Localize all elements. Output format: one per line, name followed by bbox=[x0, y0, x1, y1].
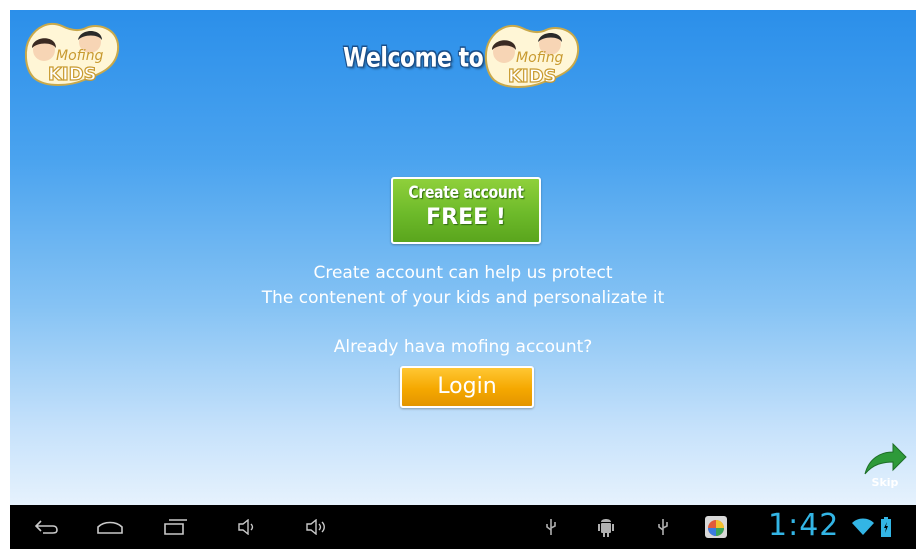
volume-down-icon[interactable] bbox=[232, 505, 262, 549]
android-debug-icon bbox=[594, 505, 618, 549]
back-icon[interactable] bbox=[28, 505, 64, 549]
mofing-kids-logo: Mofing KIDS bbox=[20, 20, 124, 90]
recent-apps-icon[interactable] bbox=[158, 505, 194, 549]
skip-arrow-icon bbox=[864, 442, 907, 475]
app-screen: Mofing KIDS Welcome to Mofing KIDS Creat… bbox=[10, 10, 916, 505]
svg-text:Mofing: Mofing bbox=[516, 50, 564, 66]
skip-button[interactable]: Skip bbox=[863, 442, 907, 492]
usb-icon bbox=[540, 505, 562, 549]
info-text-line1: Create account can help us protect bbox=[313, 263, 613, 283]
battery-charging-icon bbox=[878, 505, 894, 549]
clock-time: 1:42 bbox=[768, 508, 840, 543]
usb-icon-2 bbox=[652, 505, 674, 549]
svg-text:Mofing: Mofing bbox=[56, 48, 104, 64]
create-account-label: Create account bbox=[408, 183, 524, 203]
svg-text:KIDS: KIDS bbox=[508, 66, 557, 87]
volume-up-icon[interactable] bbox=[300, 505, 334, 549]
app-notification-icon[interactable] bbox=[702, 505, 730, 549]
system-navigation-bar: 1:42 bbox=[10, 505, 916, 549]
welcome-title: Welcome to bbox=[343, 43, 484, 74]
create-account-free-label: FREE ! bbox=[426, 205, 506, 230]
skip-label: Skip bbox=[871, 476, 899, 489]
create-account-button[interactable]: Create account FREE ! bbox=[391, 177, 541, 244]
mofing-kids-logo-center: Mofing KIDS bbox=[480, 22, 584, 92]
wifi-icon bbox=[850, 505, 876, 549]
login-button[interactable]: Login bbox=[400, 366, 534, 408]
home-icon[interactable] bbox=[92, 505, 128, 549]
svg-text:KIDS: KIDS bbox=[48, 64, 97, 85]
info-text-line2: The contenent of your kids and personali… bbox=[261, 288, 665, 308]
already-have-account-text: Already hava mofing account? bbox=[333, 337, 593, 357]
